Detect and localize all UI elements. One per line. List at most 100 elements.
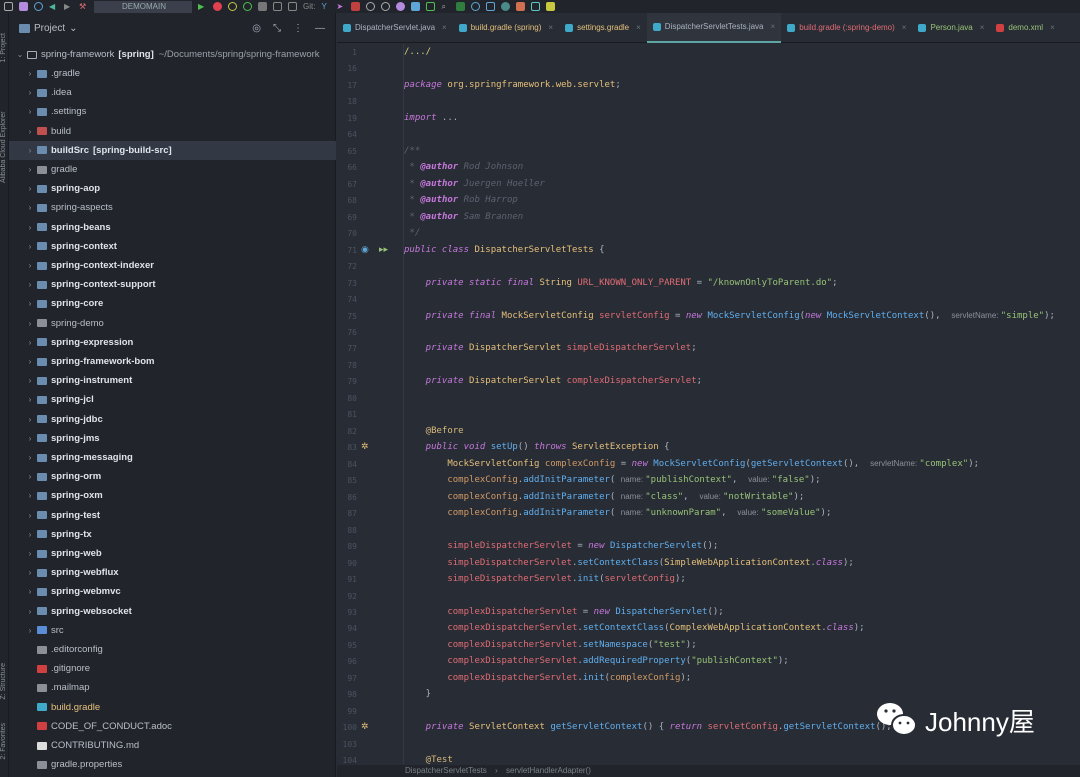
tree-item[interactable]: › spring-context <box>9 237 336 256</box>
editor-tab[interactable]: build.gradle (spring) × <box>453 13 559 43</box>
override-icon[interactable]: ✲ <box>361 441 369 452</box>
tree-item[interactable]: › spring-core <box>9 294 336 313</box>
chevron-right-icon[interactable]: › <box>25 88 35 97</box>
chevron-right-icon[interactable]: › <box>25 587 35 596</box>
grid-icon[interactable] <box>411 2 421 11</box>
close-icon[interactable]: × <box>442 23 447 32</box>
chevron-right-icon[interactable]: › <box>25 107 35 116</box>
tree-item[interactable]: › gradle <box>9 160 336 179</box>
collapse-all-icon[interactable]: ⤡ <box>273 23 281 34</box>
tree-item[interactable]: .mailmap <box>9 678 336 697</box>
hide-panel-icon[interactable]: — <box>315 23 325 34</box>
close-icon[interactable]: × <box>902 23 907 32</box>
build-hammer-icon[interactable]: ⚒ <box>79 2 88 11</box>
chevron-right-icon[interactable]: › <box>25 434 35 443</box>
close-icon[interactable]: × <box>1050 23 1055 32</box>
tool-tab-cloud-explorer[interactable]: Alibaba Cloud Explorer <box>0 93 9 183</box>
override-icon[interactable]: ✲ <box>361 721 369 732</box>
run-configuration-select[interactable]: DEMOMAIN <box>94 0 192 13</box>
code-editor[interactable]: /.../ package org.springframework.web.ser… <box>403 44 1080 764</box>
editor-tab[interactable]: DispatcherServletTests.java × <box>646 12 782 43</box>
rollback-icon[interactable] <box>381 2 391 11</box>
chevron-right-icon[interactable]: › <box>25 280 35 289</box>
search-icon[interactable]: ⌕ <box>441 2 450 11</box>
project-structure-icon[interactable] <box>288 2 297 11</box>
tree-item[interactable]: › spring-test <box>9 506 336 525</box>
chevron-right-icon[interactable]: › <box>25 242 35 251</box>
tool-tab-structure[interactable]: Z: Structure <box>0 663 9 700</box>
device-icon[interactable] <box>273 2 282 11</box>
breadcrumb-method[interactable]: servletHandlerAdapter() <box>506 766 591 775</box>
layout-icon[interactable] <box>516 2 526 11</box>
tree-item[interactable]: › spring-oxm <box>9 486 336 505</box>
chevron-right-icon[interactable]: › <box>25 530 35 539</box>
chevron-right-icon[interactable]: › <box>25 357 35 366</box>
editor-tab[interactable]: build.gradle (:spring-demo) × <box>781 13 912 43</box>
puzzle-icon[interactable] <box>546 2 556 11</box>
tree-item[interactable]: › .settings <box>9 102 336 121</box>
data-icon[interactable] <box>531 2 541 11</box>
chevron-right-icon[interactable]: › <box>25 568 35 577</box>
tree-root[interactable]: ⌄ spring-framework [spring] ~/Documents/… <box>9 45 336 64</box>
chevron-right-icon[interactable]: › <box>25 165 35 174</box>
implemented-icon[interactable]: ◉ <box>361 244 369 255</box>
close-icon[interactable]: × <box>636 23 641 32</box>
terminal-icon[interactable] <box>426 2 436 11</box>
save-icon[interactable] <box>19 2 28 11</box>
editor-tab[interactable]: DispatcherServlet.java × <box>337 13 453 43</box>
close-icon[interactable]: × <box>771 22 776 31</box>
run-icon[interactable]: ▶ <box>198 2 207 11</box>
debug-icon[interactable] <box>213 2 222 11</box>
tree-item[interactable]: › spring-jdbc <box>9 410 336 429</box>
profile-icon[interactable] <box>243 2 252 11</box>
chevron-right-icon[interactable]: › <box>25 549 35 558</box>
settings-gear-icon[interactable] <box>396 2 406 11</box>
run-tests-icon[interactable]: ▸▸ <box>379 244 388 255</box>
tree-item[interactable]: › spring-messaging <box>9 448 336 467</box>
tree-item[interactable]: .editorconfig <box>9 640 336 659</box>
chevron-right-icon[interactable]: › <box>25 338 35 347</box>
project-view-select[interactable]: Project <box>34 23 65 34</box>
chevron-right-icon[interactable]: › <box>25 127 35 136</box>
chevron-right-icon[interactable]: › <box>25 395 35 404</box>
tool-tab-project[interactable]: 1: Project <box>0 33 9 63</box>
tree-item[interactable]: › spring-websocket <box>9 602 336 621</box>
sync-icon[interactable] <box>34 2 43 11</box>
history-icon[interactable] <box>366 2 376 11</box>
tree-item[interactable]: › spring-aspects <box>9 198 336 217</box>
tree-item[interactable]: build.gradle <box>9 698 336 717</box>
tree-item[interactable]: › spring-jcl <box>9 390 336 409</box>
chevron-right-icon[interactable]: › <box>25 203 35 212</box>
chevron-right-icon[interactable]: › <box>25 626 35 635</box>
chevron-down-icon[interactable]: ⌄ <box>15 50 25 59</box>
git-push-icon[interactable]: ➤ <box>336 2 345 11</box>
tree-item[interactable]: › spring-framework-bom <box>9 352 336 371</box>
tree-item[interactable]: › spring-demo <box>9 314 336 333</box>
chevron-right-icon[interactable]: › <box>25 69 35 78</box>
inspect-icon[interactable] <box>501 2 511 11</box>
tree-item[interactable]: .gitignore <box>9 659 336 678</box>
locate-target-icon[interactable]: ◎ <box>252 23 261 34</box>
tree-item[interactable]: › spring-context-indexer <box>9 256 336 275</box>
tree-item[interactable]: › spring-tx <box>9 525 336 544</box>
close-icon[interactable]: × <box>980 23 985 32</box>
coverage-icon[interactable] <box>228 2 237 11</box>
back-icon[interactable]: ◀ <box>49 2 58 11</box>
chevron-right-icon[interactable]: › <box>25 146 35 155</box>
tree-item[interactable]: › spring-jms <box>9 429 336 448</box>
tree-item[interactable]: CONTRIBUTING.md <box>9 736 336 755</box>
chevron-right-icon[interactable]: › <box>25 319 35 328</box>
chevron-right-icon[interactable]: › <box>25 607 35 616</box>
chevron-right-icon[interactable]: › <box>25 491 35 500</box>
tree-item[interactable]: › buildSrc [spring-build-src] <box>9 140 336 160</box>
tree-item[interactable]: › spring-webflux <box>9 563 336 582</box>
chevron-right-icon[interactable]: › <box>25 453 35 462</box>
git-commit-icon[interactable] <box>351 2 361 11</box>
tree-item[interactable]: › spring-aop <box>9 179 336 198</box>
chevron-right-icon[interactable]: › <box>25 261 35 270</box>
editor-tab[interactable]: Person.java × <box>912 13 990 43</box>
chevron-right-icon[interactable]: › <box>25 511 35 520</box>
chevron-right-icon[interactable]: › <box>25 299 35 308</box>
tree-item[interactable]: › spring-orm <box>9 467 336 486</box>
code-review-icon[interactable] <box>486 2 496 11</box>
